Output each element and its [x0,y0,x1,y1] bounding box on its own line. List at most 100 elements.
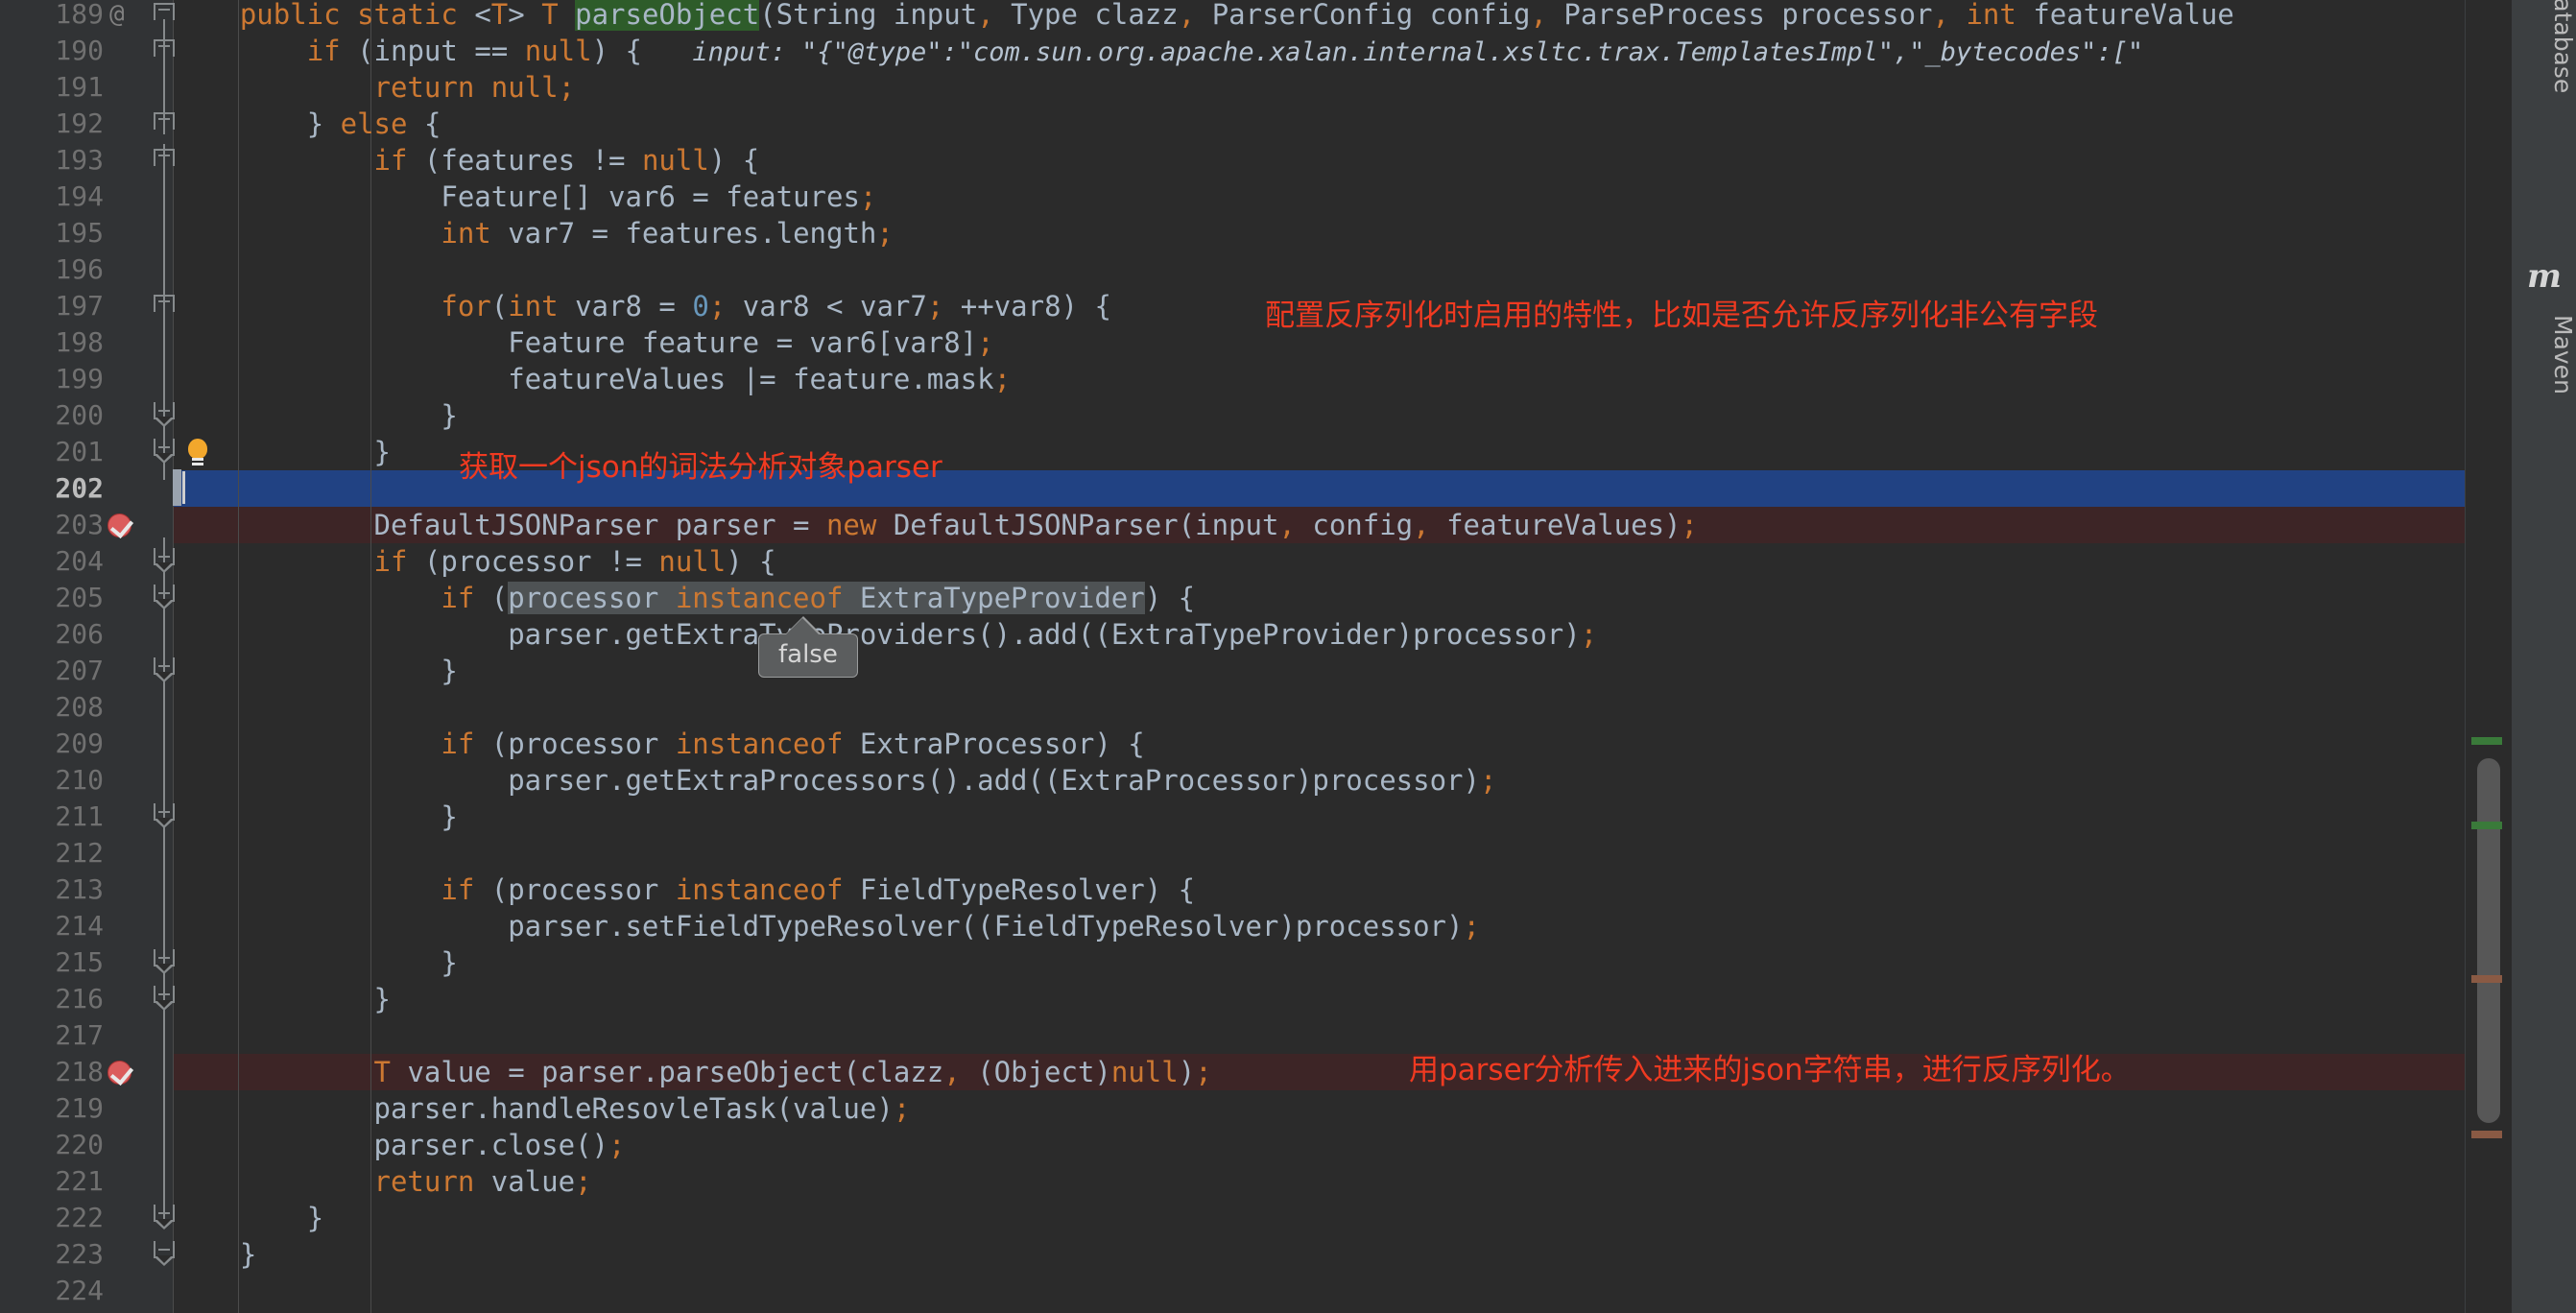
line-number-194: 194 [55,180,104,212]
line-number-196: 196 [55,253,104,285]
evaluated-expression[interactable]: processor instanceof ExtraTypeProvider [508,582,1145,614]
line-number-203: 203 [55,509,104,540]
code-line-189[interactable]: public static <T> T parseObject(String i… [173,0,2234,33]
fold-minus-icon [158,45,170,47]
fold-minus-icon [158,1212,170,1214]
code-line-218[interactable]: T value = parser.parseObject(clazz, (Obj… [173,1054,1212,1090]
line-number-199: 199 [55,363,104,394]
code-line-209[interactable]: if (processor instanceof ExtraProcessor)… [173,726,1144,762]
code-editor[interactable]: public static <T> T parseObject(String i… [0,0,2511,1313]
line-number-195: 195 [55,217,104,249]
line-number-217: 217 [55,1019,104,1051]
tool-window-database-label: Database [2549,0,2576,94]
fold-tip [154,818,175,828]
code-fold-end-icon[interactable] [154,1241,177,1266]
tool-window-strip-right[interactable]: Database m Maven [2511,0,2576,1313]
code-line-216[interactable]: } [173,981,391,1017]
line-number-224: 224 [55,1275,104,1306]
code-fold-start-icon[interactable] [154,3,177,26]
code-line-221[interactable]: return value; [173,1163,592,1200]
line-number-200: 200 [55,399,104,431]
code-fold-end-icon[interactable] [154,402,177,427]
code-line-194[interactable]: Feature[] var6 = features; [173,179,876,215]
ide-editor-window: public static <T> T parseObject(String i… [0,0,2576,1313]
line-number-216: 216 [55,983,104,1015]
text-caret [182,471,185,504]
code-fold-end-icon[interactable] [154,949,177,974]
breakpoint-icon[interactable] [107,513,131,537]
fold-box [154,39,175,57]
code-line-198[interactable]: Feature feature = var6[var8]; [173,324,993,361]
code-line-207[interactable]: } [173,653,457,689]
code-line-200[interactable]: } [173,397,457,434]
code-annotation-201: 获取一个json的词法分析对象parser [459,450,942,485]
fold-tip [154,672,175,682]
code-line-204[interactable]: if (processor != null) { [173,543,776,580]
fold-minus-icon [158,811,170,813]
line-number-215: 215 [55,946,104,978]
code-line-195[interactable]: int var7 = features.length; [173,215,894,251]
code-line-206[interactable]: parser.getExtraTypeProviders().add((Extr… [173,616,1597,653]
annotation-at-icon[interactable]: @ [109,0,125,33]
code-fold-end-icon[interactable] [154,439,177,464]
line-number-212: 212 [55,837,104,869]
code-line-190[interactable]: if (input == null) { input: "{"@type":"c… [173,33,2143,69]
fold-tip [154,1255,175,1266]
code-line-191[interactable]: return null; [173,69,576,106]
code-line-205[interactable]: if (processor instanceof ExtraTypeProvid… [173,580,1195,616]
code-text-layer[interactable]: public static <T> T parseObject(String i… [0,0,2511,1313]
fold-box [154,112,175,130]
inline-debug-hint: input: "{"@type":"com.sun.org.apache.xal… [692,37,2144,67]
maven-m-icon[interactable]: m [2512,257,2576,296]
line-number-189: 189 [55,0,104,30]
code-fold-start-icon[interactable] [154,112,177,135]
fold-minus-icon [158,993,170,995]
code-line-223[interactable]: } [173,1236,256,1273]
code-annotation-197: 配置反序列化时启用的特性，比如是否允许反序列化非公有字段 [1265,298,2098,333]
code-fold-end-icon[interactable] [154,803,177,828]
code-fold-start-icon[interactable] [154,39,177,62]
fold-minus-icon [158,9,170,11]
code-line-222[interactable]: } [173,1200,323,1236]
fold-minus-icon [158,446,170,448]
line-number-206: 206 [55,618,104,650]
code-line-199[interactable]: featureValues |= feature.mask; [173,361,1011,397]
code-line-197[interactable]: for(int var8 = 0; var8 < var7; ++var8) { [173,288,1111,324]
intention-bulb-icon[interactable] [185,439,210,466]
code-line-214[interactable]: parser.setFieldTypeResolver((FieldTypeRe… [173,908,1480,944]
tooltip-value: false [778,640,838,669]
code-line-210[interactable]: parser.getExtraProcessors().add((ExtraPr… [173,762,1496,799]
code-fold-end-icon[interactable] [154,585,177,609]
breakpoint-icon[interactable] [107,1061,131,1085]
fold-rail [163,537,165,1229]
line-number-219: 219 [55,1092,104,1124]
code-fold-end-icon[interactable] [154,548,177,573]
tool-window-maven[interactable]: Maven [2512,311,2576,484]
code-line-203[interactable]: DefaultJSONParser parser = new DefaultJS… [173,507,1698,543]
code-line-192[interactable]: } else { [173,106,441,142]
code-fold-end-icon[interactable] [154,1205,177,1229]
fold-minus-icon [158,592,170,594]
tool-window-database[interactable]: Database [2512,0,2576,148]
code-line-211[interactable]: } [173,799,457,835]
code-fold-start-icon[interactable] [154,149,177,172]
line-number-220: 220 [55,1129,104,1160]
fold-minus-icon [158,155,170,156]
code-line-219[interactable]: parser.handleResovleTask(value); [173,1090,911,1127]
code-fold-start-icon[interactable] [154,295,177,318]
code-line-215[interactable]: } [173,944,457,981]
fold-box [154,3,175,20]
code-line-213[interactable]: if (processor instanceof FieldTypeResolv… [173,871,1195,908]
line-number-207: 207 [55,655,104,686]
code-fold-end-icon[interactable] [154,657,177,682]
bulb-base [192,458,203,461]
line-number-201: 201 [55,436,104,467]
fold-minus-icon [158,556,170,558]
fold-tip [154,599,175,609]
code-fold-end-icon[interactable] [154,986,177,1011]
code-line-193[interactable]: if (features != null) { [173,142,760,179]
fold-minus-icon [158,410,170,412]
fold-tip [154,417,175,427]
line-number-192: 192 [55,107,104,139]
code-line-220[interactable]: parser.close(); [173,1127,626,1163]
